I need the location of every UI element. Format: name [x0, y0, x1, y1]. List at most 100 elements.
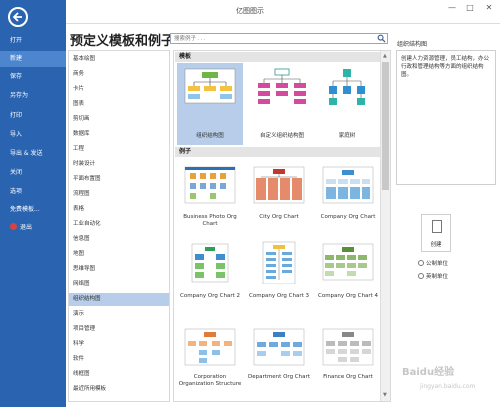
example-tile[interactable]: Finance Org Chart: [315, 323, 381, 401]
example-label: Company Org Chart 3: [248, 293, 309, 299]
category-item[interactable]: 信息图: [69, 233, 169, 246]
sidebar-item-exit[interactable]: 退出: [0, 220, 66, 236]
sidebar-item-free-templates[interactable]: 免费模板...: [0, 202, 66, 218]
template-label: 家庭树: [338, 133, 356, 139]
details-title: 组织结构图: [397, 41, 428, 48]
category-item[interactable]: 网络图: [69, 278, 169, 291]
sidebar: 打开 新建 保存 另存为 打印 导入 导出 & 发送 关闭 选项 免费模板...…: [0, 0, 66, 407]
example-thumbnail: [191, 243, 229, 283]
example-thumbnail: [184, 328, 236, 366]
category-item[interactable]: 基本绘图: [69, 53, 169, 66]
sidebar-item-new[interactable]: 新建: [0, 51, 66, 67]
scrollbar-thumb[interactable]: [382, 62, 389, 190]
search-box[interactable]: [170, 33, 388, 44]
search-input[interactable]: [174, 34, 374, 43]
sidebar-item-print[interactable]: 打印: [0, 108, 66, 124]
close-button[interactable]: ✕: [483, 3, 495, 12]
category-item-selected[interactable]: 组织结构图: [69, 293, 169, 306]
sidebar-item-label: 新建: [10, 55, 23, 62]
sidebar-item-label: 另存为: [10, 92, 29, 99]
category-item[interactable]: 商务: [69, 68, 169, 81]
scroll-up-icon[interactable]: ▲: [383, 53, 387, 59]
category-item[interactable]: 数据库: [69, 128, 169, 141]
back-button[interactable]: [8, 7, 28, 27]
sidebar-item-save-as[interactable]: 另存为: [0, 88, 66, 104]
example-tile[interactable]: Business Photo Org Chart: [177, 161, 243, 231]
scroll-down-icon[interactable]: ▼: [383, 392, 387, 398]
category-item[interactable]: 剪切画: [69, 113, 169, 126]
example-thumbnail: [322, 328, 374, 366]
exit-icon: [10, 223, 17, 230]
category-item[interactable]: 流程图: [69, 188, 169, 201]
example-tile[interactable]: Company Org Chart: [315, 161, 381, 231]
category-item[interactable]: 思维导图: [69, 263, 169, 276]
example-thumbnail: [322, 243, 374, 281]
category-item[interactable]: 表格: [69, 203, 169, 216]
radio-icon: [418, 260, 424, 266]
sidebar-item-label: 打印: [10, 112, 23, 119]
sidebar-item-label: 保存: [10, 73, 23, 80]
template-label: 自定义组织结构图: [259, 133, 304, 139]
example-tile[interactable]: Company Org Chart 3: [246, 238, 312, 314]
maximize-button[interactable]: □: [464, 3, 476, 12]
imperial-units-radio[interactable]: 英制单位: [418, 272, 448, 280]
watermark: Baidu经验: [402, 367, 455, 378]
category-item[interactable]: 演示: [69, 308, 169, 321]
gallery-scrollbar[interactable]: ▲ ▼: [380, 51, 390, 401]
category-item[interactable]: 线框图: [69, 368, 169, 381]
create-button[interactable]: 创建: [421, 214, 451, 252]
sidebar-item-label: 导入: [10, 131, 23, 138]
example-label: Corporation Organization Structure: [178, 374, 242, 387]
window-title: 亿图图示: [236, 7, 264, 15]
radio-label: 英制单位: [426, 274, 449, 280]
category-item[interactable]: 最近所用模板: [69, 383, 169, 396]
sidebar-item-label: 选项: [10, 188, 23, 195]
category-item[interactable]: 工业自动化: [69, 218, 169, 231]
example-tile[interactable]: Corporation Organization Structure: [177, 323, 243, 401]
family-tree-thumbnail: [329, 69, 365, 105]
example-tile[interactable]: City Org Chart: [246, 161, 312, 231]
sidebar-item-label: 导出 & 发送: [10, 150, 43, 157]
create-label: 创建: [430, 242, 442, 248]
template-tile[interactable]: 家庭树: [314, 63, 380, 145]
watermark-url: jingyan.baidu.com: [420, 383, 476, 390]
example-tile[interactable]: Company Org Chart 4: [315, 238, 381, 314]
example-label: Finance Org Chart: [323, 374, 373, 380]
category-item[interactable]: 项目管理: [69, 323, 169, 336]
example-label: Company Org Chart: [320, 214, 376, 220]
category-item[interactable]: 平面布置图: [69, 173, 169, 186]
example-thumbnail: [253, 328, 305, 366]
category-item[interactable]: 软件: [69, 353, 169, 366]
sidebar-item-export-send[interactable]: 导出 & 发送: [0, 146, 66, 162]
template-gallery: 模板 组织结构图 自定义组织结构图 家庭树 例子 Business Photo …: [173, 50, 391, 402]
category-item[interactable]: 科学: [69, 338, 169, 351]
search-icon[interactable]: [377, 34, 386, 43]
minimize-button[interactable]: —: [446, 3, 458, 12]
example-thumbnail: [322, 166, 374, 204]
sidebar-item-label: 免费模板...: [10, 206, 40, 213]
sidebar-item-save[interactable]: 保存: [0, 69, 66, 85]
category-item[interactable]: 时装设计: [69, 158, 169, 171]
example-thumbnail: [262, 241, 296, 284]
category-item[interactable]: 工程: [69, 143, 169, 156]
category-item[interactable]: 卡片: [69, 83, 169, 96]
category-item[interactable]: 图表: [69, 98, 169, 111]
page-title: 预定义模板和例子: [70, 34, 175, 49]
sidebar-item-options[interactable]: 选项: [0, 184, 66, 200]
sidebar-item-open[interactable]: 打开: [0, 33, 66, 49]
example-label: Company Org Chart 2: [179, 293, 240, 299]
category-list: 基本绘图 商务 卡片 图表 剪切画 数据库 工程 时装设计 平面布置图 流程图 …: [68, 50, 170, 402]
sidebar-item-import[interactable]: 导入: [0, 127, 66, 143]
radio-icon: [418, 273, 424, 279]
sidebar-item-close[interactable]: 关闭: [0, 165, 66, 181]
example-tile[interactable]: Company Org Chart 2: [177, 238, 243, 314]
example-tile[interactable]: Department Org Chart: [246, 323, 312, 401]
arrow-left-icon: [12, 12, 22, 22]
sidebar-item-label: 关闭: [10, 169, 23, 176]
template-tile[interactable]: 自定义组织结构图: [249, 63, 315, 145]
category-item[interactable]: 地图: [69, 248, 169, 261]
example-thumbnail: [184, 166, 236, 204]
title-bar: 亿图图示 — □ ✕: [0, 0, 500, 24]
metric-units-radio[interactable]: 公制单位: [418, 259, 448, 267]
template-tile[interactable]: 组织结构图: [177, 63, 243, 145]
